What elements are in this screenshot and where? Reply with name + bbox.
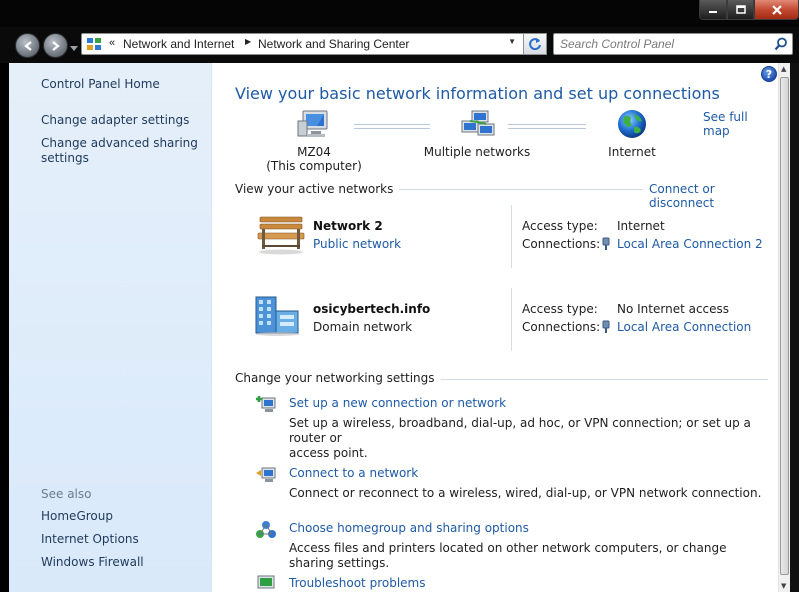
address-bar[interactable]: « Network and Internet ▶ Network and Sha…	[81, 33, 547, 55]
change-advanced-sharing-link[interactable]: Change advanced sharing	[41, 136, 198, 150]
back-button[interactable]	[15, 33, 40, 58]
ethernet-connection-icon	[602, 320, 610, 333]
search-box	[553, 33, 793, 55]
access-type-label: Access type:	[522, 302, 598, 316]
network-name: Network 2	[313, 219, 383, 233]
maximize-icon	[735, 4, 746, 14]
control-panel-home-link[interactable]: Control Panel Home	[41, 77, 160, 91]
local-area-connection-link[interactable]: Local Area Connection	[617, 320, 751, 334]
active-networks-heading: View your active networks	[235, 182, 400, 196]
navigation-bar: « Network and Internet ▶ Network and Sha…	[0, 27, 799, 63]
search-input[interactable]	[560, 36, 765, 52]
task-description-line: Access files and printers located on oth…	[289, 541, 727, 570]
close-icon	[771, 4, 782, 15]
computer-icon	[297, 110, 328, 137]
task-description-line: Connect or reconnect to a wireless, wire…	[289, 486, 762, 500]
maximize-button[interactable]	[727, 0, 754, 20]
troubleshoot-icon	[257, 575, 275, 589]
change-advanced-sharing-link-line2[interactable]: settings	[41, 151, 89, 165]
scroll-down-icon[interactable]: ▼	[781, 582, 786, 590]
back-arrow-icon	[23, 40, 32, 51]
access-type-value: Internet	[617, 219, 665, 233]
window-frame	[790, 63, 799, 592]
breadcrumb-separator-icon[interactable]: ▶	[245, 37, 251, 46]
main-content: ? View your basic network information an…	[212, 63, 778, 592]
chevron-down-icon	[70, 46, 78, 51]
task-description: Access files and printers located on oth…	[289, 541, 769, 571]
network-name: osicybertech.info	[313, 302, 431, 316]
task-description: Set up a wireless, broadband, dial-up, a…	[289, 416, 769, 461]
homegroup-sharing-icon	[256, 521, 276, 538]
choose-homegroup-sharing-link[interactable]: Choose homegroup and sharing options	[289, 521, 529, 535]
left-task-pane: Control Panel Home Change adapter settin…	[9, 63, 212, 592]
connect-or-disconnect-link[interactable]: Connect or disconnect	[643, 182, 778, 210]
minimize-icon	[709, 10, 717, 13]
access-type-value: No Internet access	[617, 302, 730, 316]
public-network-bench-icon	[257, 216, 305, 255]
window-client-area: Control Panel Home Change adapter settin…	[9, 63, 790, 592]
see-also-heading: See also	[41, 487, 92, 501]
vertical-divider	[511, 288, 512, 351]
vertical-scrollbar[interactable]: ▲ ▼	[778, 63, 790, 592]
page-title: View your basic network information and …	[235, 84, 720, 103]
breadcrumb-network-and-sharing-center[interactable]: Network and Sharing Center	[258, 37, 409, 51]
map-link-line	[354, 124, 430, 129]
set-up-new-connection-link[interactable]: Set up a new connection or network	[289, 396, 506, 410]
local-area-connection-2-link[interactable]: Local Area Connection 2	[617, 237, 763, 251]
homegroup-link[interactable]: HomeGroup	[41, 509, 113, 523]
help-button[interactable]: ?	[761, 66, 777, 82]
multiple-networks-icon	[461, 110, 495, 136]
scrollbar-thumb[interactable]	[780, 77, 789, 575]
task-description-line: Set up a wireless, broadband, dial-up, a…	[289, 416, 751, 445]
recent-pages-dropdown[interactable]	[70, 41, 78, 55]
ethernet-connection-icon	[602, 237, 610, 250]
connect-to-a-network-link[interactable]: Connect to a network	[289, 466, 418, 480]
breadcrumb-network-and-internet[interactable]: Network and Internet	[123, 37, 234, 51]
refresh-button[interactable]	[523, 33, 547, 55]
forward-arrow-icon	[51, 40, 60, 51]
access-type-label: Access type:	[522, 219, 598, 233]
minimize-button[interactable]	[699, 0, 727, 20]
networking-settings-heading: Change your networking settings	[235, 371, 441, 385]
multiple-networks-node[interactable]: Multiple networks	[412, 145, 542, 159]
computer-subtitle: (This computer)	[266, 159, 362, 173]
search-icon[interactable]	[774, 37, 788, 51]
network-category-link[interactable]: Public network	[313, 237, 401, 251]
troubleshoot-problems-link[interactable]: Troubleshoot problems	[289, 576, 425, 590]
map-link-line	[508, 124, 586, 129]
see-full-map-link[interactable]: See full map	[703, 110, 778, 138]
domain-network-building-icon	[255, 296, 300, 336]
forward-button[interactable]	[43, 33, 68, 58]
caption-buttons	[699, 0, 799, 20]
globe-icon	[618, 110, 646, 138]
connections-label: Connections:	[522, 237, 601, 251]
windows-firewall-link[interactable]: Windows Firewall	[41, 555, 144, 569]
computer-name: MZ04	[297, 145, 331, 159]
internet-node[interactable]: Internet	[582, 145, 682, 159]
new-connection-icon	[256, 396, 276, 412]
connect-to-network-icon	[256, 467, 276, 482]
control-panel-icon	[87, 38, 101, 50]
refresh-icon	[529, 38, 541, 51]
vertical-divider	[511, 205, 512, 268]
change-adapter-settings-link[interactable]: Change adapter settings	[41, 113, 189, 127]
network-category: Domain network	[313, 320, 413, 334]
close-button[interactable]	[754, 0, 799, 20]
internet-label: Internet	[608, 145, 656, 159]
scroll-up-icon[interactable]: ▲	[781, 65, 786, 73]
internet-options-link[interactable]: Internet Options	[41, 532, 139, 546]
multiple-networks-label: Multiple networks	[423, 145, 531, 159]
breadcrumb-overflow-icon[interactable]: «	[109, 37, 115, 49]
this-computer-node[interactable]: MZ04 (This computer)	[259, 145, 369, 173]
title-bar	[0, 0, 799, 27]
task-description: Connect or reconnect to a wireless, wire…	[289, 486, 769, 501]
task-description-line: access point.	[289, 446, 368, 460]
connections-label: Connections:	[522, 320, 601, 334]
help-icon: ?	[765, 67, 773, 81]
address-dropdown-icon[interactable]: ▼	[508, 37, 516, 46]
